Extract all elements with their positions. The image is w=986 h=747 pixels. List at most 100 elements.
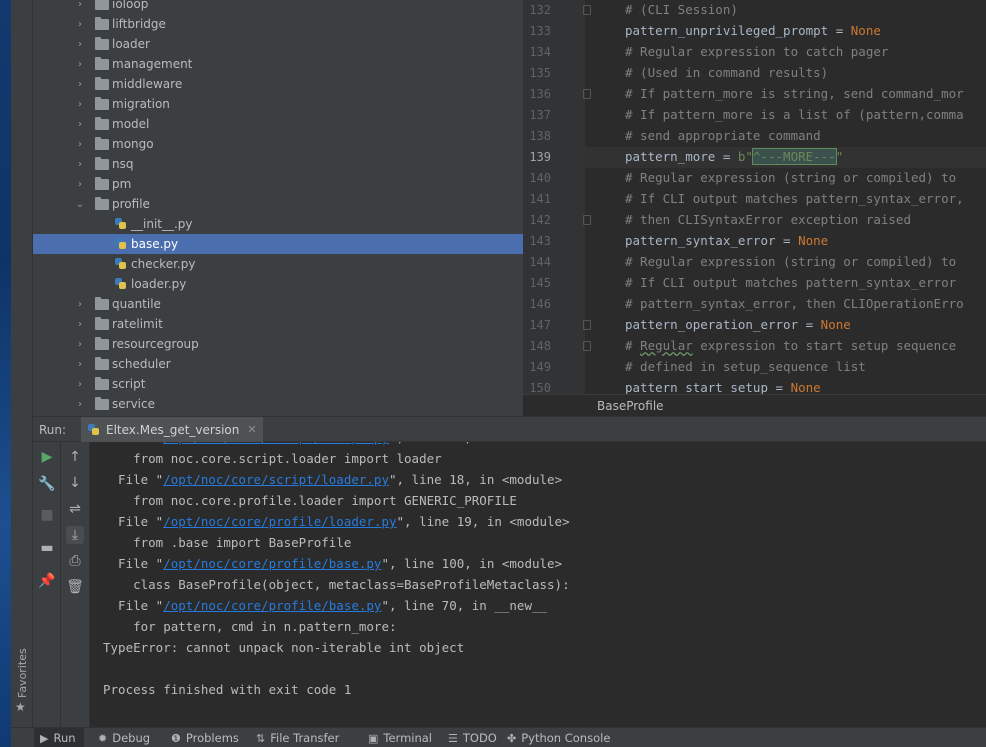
tree-folder-mongo[interactable]: › mongo (33, 134, 523, 154)
console-file-link[interactable]: /opt/noc/core/script/loader.py (163, 472, 389, 487)
tree-folder-liftbridge[interactable]: › liftbridge (33, 14, 523, 34)
arrow-down-icon[interactable]: ↓ (66, 474, 84, 492)
code-line[interactable]: # (Used in command results) (625, 65, 828, 80)
trash-icon[interactable]: 🗑 (66, 578, 84, 596)
code-line[interactable]: # Regular expression (string or compiled… (625, 254, 956, 269)
tree-file-checker-py[interactable]: checker.py (33, 254, 523, 274)
bottom-tab-debug[interactable]: ✹ Debug (98, 728, 150, 747)
chevron-down-icon[interactable]: ⌄ (75, 199, 85, 210)
code-line[interactable]: pattern_syntax_error = None (625, 233, 828, 248)
code-line[interactable]: pattern_more = b"^---MORE---" (625, 148, 843, 165)
editor-breadcrumb[interactable]: BaseProfile (523, 394, 986, 416)
code-line[interactable]: pattern_start_setup = None (625, 380, 821, 394)
code-line[interactable]: # Regular expression to start setup sequ… (625, 338, 956, 353)
tree-item-label: liftbridge (112, 17, 166, 31)
tree-file-base-py[interactable]: base.py (33, 234, 523, 254)
line-number: 134 (529, 45, 551, 59)
chevron-right-icon[interactable]: › (75, 339, 85, 350)
chevron-right-icon[interactable]: › (75, 139, 85, 150)
console-file-link[interactable]: /opt/noc/core/script/script.py (163, 442, 389, 445)
print-icon[interactable]: ⎙ (66, 552, 84, 570)
console-text: ", line 18, in <module> (389, 472, 563, 487)
bottom-tab-python-console[interactable]: ✤ Python Console (507, 728, 610, 747)
run-label: Run: (39, 423, 67, 437)
tree-folder-middleware[interactable]: › middleware (33, 74, 523, 94)
bottom-tool-bar: ▶ Run ✹ Debug ❶ Problems ⇅ File Transfer ▣ Termin… (11, 727, 986, 747)
code-line[interactable]: # then CLISyntaxError exception raised (625, 212, 911, 227)
tree-file-__init__-py[interactable]: __init__.py (33, 214, 523, 234)
tree-folder-management[interactable]: › management (33, 54, 523, 74)
tree-folder-nsq[interactable]: › nsq (33, 154, 523, 174)
bottom-tab-file-transfer[interactable]: ⇅ File Transfer (256, 728, 339, 747)
layout-icon[interactable]: ▬ (38, 539, 56, 557)
chevron-right-icon[interactable]: › (75, 359, 85, 370)
breadcrumb-class[interactable]: BaseProfile (597, 399, 664, 413)
fold-marker-icon[interactable] (583, 215, 591, 225)
code-line[interactable]: # Regular expression (string or compiled… (625, 170, 956, 185)
tree-folder-scheduler[interactable]: › scheduler (33, 354, 523, 374)
stop-icon[interactable]: ■ (38, 506, 56, 524)
chevron-right-icon[interactable]: › (75, 0, 85, 10)
code-line[interactable]: # If pattern_more is a list of (pattern,… (625, 107, 964, 122)
scroll-to-end-icon[interactable]: ⤓ (66, 526, 84, 544)
chevron-right-icon[interactable]: › (75, 179, 85, 190)
bottom-tab-terminal[interactable]: ▣ Terminal (368, 728, 432, 747)
code-line[interactable]: # send appropriate command (625, 128, 821, 143)
chevron-right-icon[interactable]: › (75, 119, 85, 130)
chevron-right-icon[interactable]: › (75, 159, 85, 170)
tree-folder-pm[interactable]: › pm (33, 174, 523, 194)
arrow-up-icon[interactable]: ↑ (66, 448, 84, 466)
rerun-icon[interactable]: ▶ (38, 448, 56, 466)
code-line[interactable]: # defined in setup_sequence list (625, 359, 866, 374)
tree-folder-migration[interactable]: › migration (33, 94, 523, 114)
close-icon[interactable]: ✕ (247, 423, 256, 436)
code-line[interactable]: # Regular expression to catch pager (625, 44, 888, 59)
chevron-right-icon[interactable]: › (75, 299, 85, 310)
code-line[interactable]: # (CLI Session) (625, 2, 738, 17)
chevron-right-icon[interactable]: › (75, 79, 85, 90)
tree-folder-quantile[interactable]: › quantile (33, 294, 523, 314)
chevron-right-icon[interactable]: › (75, 59, 85, 70)
chevron-right-icon[interactable]: › (75, 39, 85, 50)
tree-folder-loader[interactable]: › loader (33, 34, 523, 54)
fold-marker-icon[interactable] (583, 320, 591, 330)
chevron-right-icon[interactable]: › (75, 379, 85, 390)
wrench-icon[interactable]: 🔧 (38, 475, 56, 493)
run-config-tab[interactable]: Eltex.Mes_get_version ✕ (81, 417, 263, 442)
tree-file-loader-py[interactable]: loader.py (33, 274, 523, 294)
console-file-link[interactable]: /opt/noc/core/profile/loader.py (163, 514, 396, 529)
chevron-right-icon[interactable]: › (75, 99, 85, 110)
soft-wrap-icon[interactable]: ⇌ (66, 500, 84, 518)
chevron-right-icon[interactable]: › (75, 319, 85, 330)
tree-folder-profile[interactable]: ⌄ profile (33, 194, 523, 214)
bottom-tab-todo[interactable]: ☰ TODO (448, 728, 497, 747)
code-line[interactable]: # pattern_syntax_error, then CLIOperatio… (625, 296, 964, 311)
code-line[interactable]: # If CLI output matches pattern_syntax_e… (625, 191, 964, 206)
code-line[interactable]: pattern_unprivileged_prompt = None (625, 23, 881, 38)
code-editor[interactable]: 132 133 134 135 136 137 138 139 140 141 142 143 144 1… (523, 0, 986, 394)
tree-folder-ratelimit[interactable]: › ratelimit (33, 314, 523, 334)
console-line: File "/opt/noc/core/script/loader.py", l… (103, 472, 562, 487)
tree-folder-service[interactable]: › service (33, 394, 523, 414)
run-console-output[interactable]: File "/opt/noc/core/script/script.py", l… (91, 442, 986, 727)
code-token: # Regular expression (string or compiled… (625, 170, 957, 185)
code-line[interactable]: # If pattern_more is string, send comman… (625, 86, 964, 101)
fold-marker-icon[interactable] (583, 5, 591, 15)
console-file-link[interactable]: /opt/noc/core/profile/base.py (163, 598, 381, 613)
tree-folder-model[interactable]: › model (33, 114, 523, 134)
tree-folder-resourcegroup[interactable]: › resourcegroup (33, 334, 523, 354)
bottom-tab-run[interactable]: ▶ Run (34, 728, 84, 747)
bottom-tab-problems[interactable]: ❶ Problems (171, 728, 239, 747)
fold-marker-icon[interactable] (583, 89, 591, 99)
tree-folder-script[interactable]: › script (33, 374, 523, 394)
fold-marker-icon[interactable] (583, 341, 591, 351)
tree-folder-ioloop[interactable]: › ioloop (33, 0, 523, 14)
code-line[interactable]: # If CLI output matches pattern_syntax_e… (625, 275, 956, 290)
chevron-right-icon[interactable]: › (75, 19, 85, 30)
chevron-right-icon[interactable]: › (75, 399, 85, 410)
folder-icon (95, 136, 109, 150)
favorites-tool-button[interactable]: Favorites (14, 648, 30, 698)
console-file-link[interactable]: /opt/noc/core/profile/base.py (163, 556, 381, 571)
pin-icon[interactable]: 📌 (38, 572, 56, 590)
code-line[interactable]: pattern_operation_error = None (625, 317, 851, 332)
